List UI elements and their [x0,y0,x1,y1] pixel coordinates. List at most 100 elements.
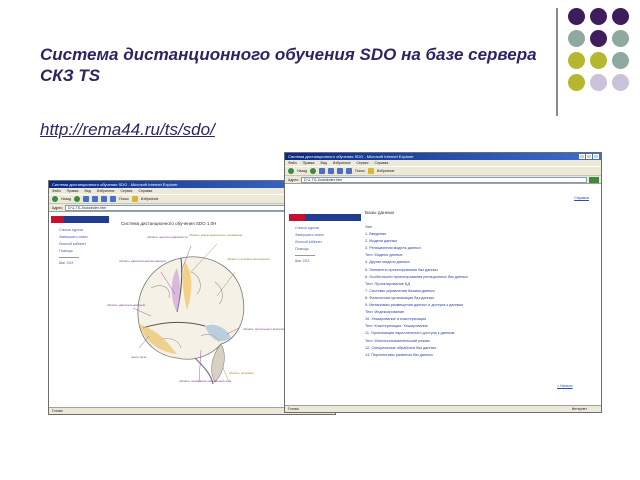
nav-course-list[interactable]: Список курсов [59,228,83,232]
window-title: Система дистанционного обучения SDO - Mi… [288,154,414,159]
menu-view[interactable]: Вид [84,188,90,194]
dot [568,8,585,25]
lesson-item[interactable]: 13. Перспективы развития баз данных [365,352,585,359]
back-button[interactable]: Назад [297,169,307,173]
logo-banner [51,216,109,223]
address-input[interactable]: D:\1-TS-1\sdo\index.htm [301,176,587,183]
lesson-item[interactable]: 10. Хеширование и кластеризация [365,316,585,323]
nav-step-skz[interactable]: Шаг СКЗ [59,261,73,265]
dot [590,52,607,69]
menu-tools[interactable]: Сервис [357,160,369,166]
nav-end-session[interactable]: Завершить сеанс [59,235,88,239]
lesson-item[interactable]: Тест. Кластеризация. Хеширование [365,323,585,330]
browser-window-course: Система дистанционного обучения SDO - Mi… [284,152,602,413]
lesson-item[interactable]: Тест. Проектирование БД [365,281,585,288]
nav-divider [295,255,315,256]
search-icon[interactable] [346,168,353,174]
lesson-item[interactable]: 12. Специальные обработки баз данных [365,345,585,352]
lesson-item[interactable]: 11. Организация параллельного доступа к … [365,330,585,337]
menu-edit[interactable]: Правка [67,188,79,194]
nav-course-list[interactable]: Список курсов [295,226,319,230]
favorites-button[interactable]: Избранное [141,197,159,201]
minimize-button[interactable] [579,154,585,159]
forward-arrow-icon[interactable] [74,196,81,202]
lesson-list: Уже 1. Введение 2. Модели данных 3. Реля… [365,224,585,359]
menu-help[interactable]: Справка [375,160,389,166]
lesson-item[interactable]: 7. Системы управления базами данных [365,288,585,295]
search-icon[interactable] [110,196,117,202]
window-titlebar: Система дистанционного обучения SDO - Mi… [285,153,601,160]
logo-banner [289,214,361,221]
dot [568,52,585,69]
menu-file[interactable]: Файл [52,188,61,194]
browser-toolbar: Назад Поиск Избранное [285,166,601,176]
lesson-item: Уже [365,225,372,229]
back-arrow-icon[interactable] [288,168,294,174]
nav-help[interactable]: Помощь [295,247,309,251]
address-label: Адрес: [52,205,63,210]
page-title: Система дистанционного обучения SDO 1.0Н [121,221,217,226]
lesson-item[interactable]: Тест. Модели данных [365,252,585,259]
brain-diagram [132,243,245,385]
menu-favorites[interactable]: Избранное [97,188,115,194]
menu-help[interactable]: Справка [139,188,153,194]
lesson-item[interactable]: 2. Модели данных [365,238,585,245]
sdo-url-link[interactable]: http://rema44.ru/ts/sdo/ [40,120,215,140]
lesson-item[interactable]: Тест. Индексирование [365,309,585,316]
menu-favorites[interactable]: Избранное [333,160,351,166]
course-heading: Базы данных [365,211,395,216]
back-arrow-icon[interactable] [52,196,58,202]
brain-label: область центра подвижности [147,235,188,239]
refresh-icon[interactable] [328,168,335,174]
back-button[interactable]: Назад [61,197,71,201]
brain-label: область зрительного восприятия [243,327,289,331]
help-link[interactable]: Справка [574,196,589,200]
brain-label: область двигательной речи [107,303,146,307]
favorites-button[interactable]: Избранное [377,169,395,173]
stop-icon[interactable] [83,196,90,202]
dot [612,30,629,47]
nav-step-skz[interactable]: Шаг СКЗ [295,259,309,263]
brain-label: центр речи [131,355,147,359]
address-label: Адрес: [288,177,299,182]
dot [590,8,607,25]
search-button[interactable]: Поиск [119,197,129,201]
dot [590,74,607,91]
maximize-button[interactable] [586,154,592,159]
lesson-item[interactable]: 6. Особенности проектирования реляционны… [365,274,585,281]
lesson-item[interactable]: 9. Механизмы размещения данных и доступа… [365,302,585,309]
brain-label: область понимания письменной речи [179,379,232,383]
lesson-item[interactable]: 4. Другие модели данных [365,259,585,266]
lesson-item[interactable]: 3. Реляционная модель данных [365,245,585,252]
home-icon[interactable] [337,168,344,174]
nav-end-session[interactable]: Завершить сеанс [295,233,324,237]
menu-edit[interactable]: Правка [303,160,315,166]
lesson-item[interactable]: Тест. Многопользовательский режим [365,338,585,345]
favorites-icon[interactable] [367,168,374,174]
home-icon[interactable] [101,196,108,202]
nav-personal-account[interactable]: Личный кабинет [59,242,86,246]
menu-tools[interactable]: Сервис [121,188,133,194]
refresh-icon[interactable] [92,196,99,202]
nav-personal-account[interactable]: Личный кабинет [295,240,322,244]
address-input[interactable]: D:\1-TS-1\sdo\index.htm [65,204,321,211]
go-button[interactable] [589,176,599,183]
dot [568,30,585,47]
close-button[interactable] [593,154,599,159]
lesson-item[interactable]: 1. Введение [365,231,585,238]
address-bar: Адрес: D:\1-TS-1\sdo\index.htm [285,176,601,184]
nav-help[interactable]: Помощь [59,249,73,253]
menu-view[interactable]: Вид [320,160,326,166]
dot [612,74,629,91]
brain-label: область кожно-мышечного понимания [189,233,243,237]
next-page-link[interactable]: > Начало [557,384,573,388]
forward-arrow-icon[interactable] [310,168,317,174]
lesson-item[interactable]: 8. Физическая организация баз данных [365,295,585,302]
lesson-item[interactable]: 5. Элементы проектирования баз данных [365,267,585,274]
brain-label: область двигательной активности [119,259,167,263]
window-title: Система дистанционного обучения SDO - Mi… [52,182,178,187]
stop-icon[interactable] [319,168,326,174]
search-button[interactable]: Поиск [355,169,365,173]
menu-file[interactable]: Файл [288,160,297,166]
favorites-icon[interactable] [131,196,138,202]
